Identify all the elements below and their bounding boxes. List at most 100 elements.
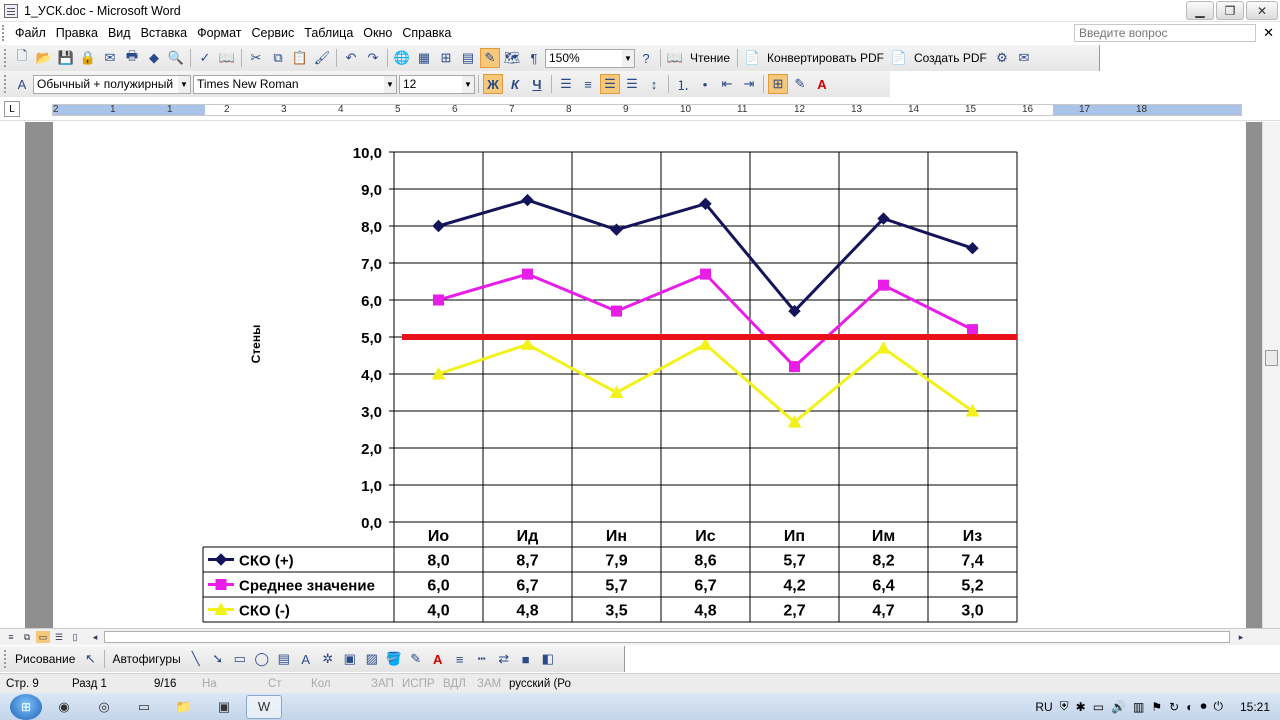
- style-select[interactable]: Обычный + полужирный ▼: [33, 74, 191, 94]
- print-view-icon[interactable]: ▭: [36, 631, 50, 643]
- align-right-icon[interactable]: ☰: [600, 74, 620, 94]
- oval-tool-icon[interactable]: ◯: [252, 649, 272, 669]
- menu-tools[interactable]: Сервис: [246, 26, 299, 40]
- help-icon[interactable]: ?: [636, 48, 656, 68]
- toolbar-grip[interactable]: [4, 49, 8, 67]
- tray-flag-icon[interactable]: ⚑: [1151, 700, 1162, 714]
- tray-network-icon[interactable]: ▥: [1133, 700, 1144, 714]
- ask-question-input[interactable]: [1074, 24, 1256, 42]
- borders-icon[interactable]: ⊞: [768, 74, 788, 94]
- underline-button[interactable]: Ч: [527, 74, 547, 94]
- decrease-indent-icon[interactable]: ⇤: [717, 74, 737, 94]
- insert-excel-icon[interactable]: ▤: [458, 48, 478, 68]
- line-chart[interactable]: 0,0 1,0 2,0 3,0 4,0 5,0 6,0 7,0 8,0 9,0 10,0 Стены И…: [0, 122, 1246, 628]
- tray-shield-icon[interactable]: ⛨: [1060, 699, 1069, 714]
- format-painter-icon[interactable]: 🖌: [312, 48, 332, 68]
- create-pdf-button[interactable]: Создать PDF: [910, 51, 991, 65]
- vertical-scrollbar[interactable]: [1262, 122, 1280, 628]
- status-overtype[interactable]: ЗАМ: [471, 678, 503, 690]
- rectangle-tool-icon[interactable]: ▭: [230, 649, 250, 669]
- research-icon[interactable]: ◆: [144, 48, 164, 68]
- select-objects-icon[interactable]: ↖: [80, 649, 100, 669]
- convert-pdf-icon[interactable]: 📄: [742, 48, 762, 68]
- diagram-icon[interactable]: ✲: [318, 649, 338, 669]
- justify-icon[interactable]: ☰: [622, 74, 642, 94]
- taskbar-word-icon[interactable]: W: [246, 694, 282, 719]
- increase-indent-icon[interactable]: ⇥: [739, 74, 759, 94]
- menu-view[interactable]: Вид: [103, 26, 136, 40]
- autoshapes-menu-button[interactable]: Автофигуры: [108, 652, 184, 666]
- align-center-icon[interactable]: ≡: [578, 74, 598, 94]
- close-button[interactable]: ✕: [1246, 1, 1278, 20]
- language-indicator[interactable]: RU: [1035, 700, 1052, 714]
- bold-button[interactable]: Ж: [483, 74, 503, 94]
- menu-edit[interactable]: Правка: [51, 26, 103, 40]
- fill-color-icon[interactable]: 🪣: [384, 649, 404, 669]
- toolbar-grip[interactable]: [4, 75, 8, 93]
- research-book-icon[interactable]: 📖: [217, 48, 237, 68]
- menu-format[interactable]: Формат: [192, 26, 246, 40]
- dash-style-icon[interactable]: ┅: [472, 649, 492, 669]
- tray-record-icon[interactable]: ⏺: [1200, 699, 1206, 714]
- spelling-icon[interactable]: ✓: [195, 48, 215, 68]
- line-color-icon[interactable]: ✎: [406, 649, 426, 669]
- draw-menu-button[interactable]: Рисование: [11, 652, 79, 666]
- print-icon[interactable]: 🖶: [122, 48, 142, 68]
- wordart-icon[interactable]: A: [296, 649, 316, 669]
- copy-icon[interactable]: ⧉: [268, 48, 288, 68]
- bullets-icon[interactable]: •: [695, 74, 715, 94]
- italic-button[interactable]: К: [505, 74, 525, 94]
- arrow-tool-icon[interactable]: ➘: [208, 649, 228, 669]
- clipart-icon[interactable]: ▣: [340, 649, 360, 669]
- document-map-icon[interactable]: 🗺: [502, 48, 522, 68]
- line-spacing-icon[interactable]: ↕: [644, 74, 664, 94]
- undo-icon[interactable]: ↶: [341, 48, 361, 68]
- tab-selector[interactable]: L: [4, 101, 20, 117]
- tray-power-icon[interactable]: ⏻: [1213, 699, 1223, 714]
- font-size-select[interactable]: 12 ▼: [399, 74, 475, 94]
- status-extend[interactable]: ВДЛ: [437, 678, 471, 690]
- pdf-settings-icon[interactable]: ⚙: [992, 48, 1012, 68]
- create-pdf-icon[interactable]: 📄: [889, 48, 909, 68]
- highlight-icon[interactable]: ✎: [790, 74, 810, 94]
- taskbar-explorer-icon[interactable]: 📁: [166, 695, 202, 719]
- styles-pane-icon[interactable]: A: [12, 74, 32, 94]
- reading-icon[interactable]: 📖: [665, 48, 685, 68]
- tray-speaker-icon[interactable]: 🔊: [1111, 700, 1126, 714]
- taskbar-app-icon[interactable]: ▣: [206, 695, 242, 719]
- show-formatting-icon[interactable]: ¶: [524, 48, 544, 68]
- new-document-icon[interactable]: 🗋: [12, 48, 32, 68]
- tray-monitor-icon[interactable]: ▭: [1093, 700, 1104, 714]
- menu-window[interactable]: Окно: [358, 26, 397, 40]
- scroll-left-icon[interactable]: ◂: [88, 631, 102, 643]
- align-left-icon[interactable]: ☰: [556, 74, 576, 94]
- tray-bluetooth-icon[interactable]: ✱: [1076, 700, 1086, 714]
- scroll-right-icon[interactable]: ▸: [1234, 631, 1248, 643]
- minimize-button[interactable]: ▁: [1186, 1, 1214, 20]
- reading-view-icon[interactable]: ▯: [68, 631, 82, 643]
- close-document-icon[interactable]: ✕: [1263, 25, 1274, 41]
- start-button[interactable]: ⊞: [10, 693, 42, 720]
- insert-table-icon[interactable]: ⊞: [436, 48, 456, 68]
- print-preview-icon[interactable]: 🔍: [166, 48, 186, 68]
- email-icon[interactable]: ✉: [100, 48, 120, 68]
- hyperlink-icon[interactable]: 🌐: [392, 48, 412, 68]
- text-color-icon[interactable]: A: [428, 649, 448, 669]
- save-icon[interactable]: 💾: [56, 48, 76, 68]
- 3d-icon[interactable]: ◧: [538, 649, 558, 669]
- picture-icon[interactable]: ▨: [362, 649, 382, 669]
- menu-file[interactable]: Файл: [10, 26, 51, 40]
- menu-table[interactable]: Таблица: [299, 26, 358, 40]
- zoom-select[interactable]: 150% ▼: [545, 48, 635, 68]
- status-record[interactable]: ЗАП: [365, 678, 396, 690]
- menu-help[interactable]: Справка: [397, 26, 456, 40]
- cut-icon[interactable]: ✂: [246, 48, 266, 68]
- tray-update-icon[interactable]: ◐: [1186, 700, 1193, 714]
- tray-sync-icon[interactable]: ↻: [1169, 700, 1179, 714]
- normal-view-icon[interactable]: ≡: [4, 631, 18, 643]
- horizontal-scrollbar[interactable]: [104, 631, 1230, 643]
- word-document-icon[interactable]: [4, 3, 18, 18]
- font-select[interactable]: Times New Roman ▼: [193, 74, 397, 94]
- pdf-mail-icon[interactable]: ✉: [1014, 48, 1034, 68]
- drawing-toggle-icon[interactable]: ✎: [480, 48, 500, 68]
